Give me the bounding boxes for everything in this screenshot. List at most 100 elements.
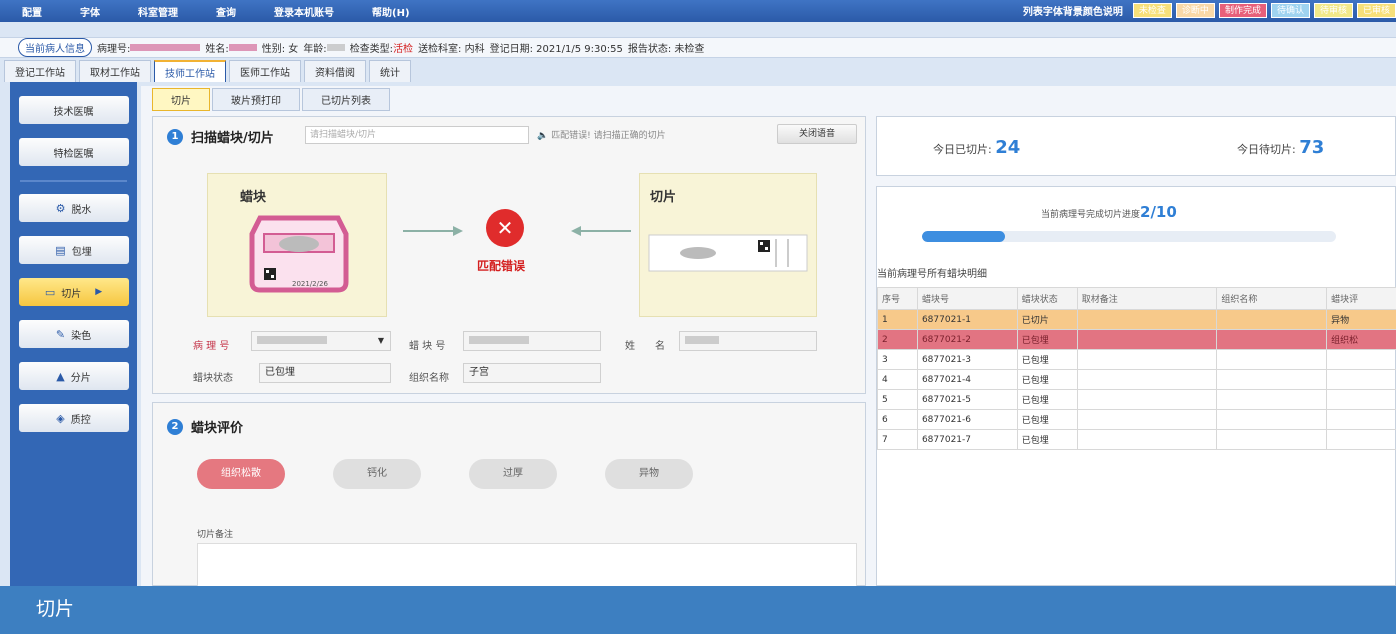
legend-chip: 待审核: [1313, 3, 1353, 18]
evaluation-option-button[interactable]: 过厚: [469, 459, 557, 489]
sidebar-button[interactable]: 技术医嘱: [18, 96, 129, 124]
table-cell: 已切片: [1016, 309, 1078, 330]
sidebar-item-icon: ▲: [56, 369, 65, 383]
table-cell: 异物: [1326, 309, 1396, 330]
redacted-value: [685, 336, 719, 344]
evaluation-option-button[interactable]: 组织松散: [197, 459, 285, 489]
legend-chip: 待确认: [1270, 3, 1310, 18]
workstation-tab[interactable]: 取材工作站: [79, 60, 151, 82]
arrow-left-icon: [571, 226, 631, 236]
table-header: 蜡块评: [1326, 287, 1396, 310]
redacted-age: [326, 44, 345, 51]
table-cell: [1216, 369, 1328, 390]
reg-date: 登记日期: 2021/1/5 9:30:55: [489, 44, 623, 55]
table-cell: 6877021-5: [916, 389, 1018, 410]
table-row[interactable]: 7 6877021-7 已包埋: [877, 429, 1396, 450]
workstation-tab[interactable]: 医师工作站: [229, 60, 301, 82]
workstation-tab[interactable]: 登记工作站: [4, 60, 76, 82]
block-status-field[interactable]: 已包埋: [259, 363, 391, 383]
menu-item[interactable]: 字体: [58, 4, 116, 19]
menu-item[interactable]: 科室管理: [116, 4, 194, 19]
sidebar-item[interactable]: ▤ 包埋: [18, 236, 129, 264]
close-voice-button[interactable]: 关闭语音: [777, 124, 857, 144]
sidebar-item-label: 分片: [70, 372, 91, 384]
legend-chip: 诊断中: [1175, 3, 1215, 18]
pathology-no-select[interactable]: ▼: [251, 331, 391, 351]
table-cell: [1076, 369, 1218, 390]
block-card: 蜡块 2021/2/26: [207, 173, 387, 317]
sub-tab[interactable]: 切片: [152, 88, 210, 111]
dept: 送检科室: 内科: [418, 44, 485, 55]
table-header: 取材备注: [1076, 287, 1218, 310]
table-cell: [1216, 389, 1328, 410]
sidebar-button[interactable]: 特检医嘱: [18, 138, 129, 166]
workstation-tab[interactable]: 资料借阅: [304, 60, 366, 82]
table-cell: 6877021-3: [916, 349, 1018, 370]
block-date: 2021/2/26: [292, 280, 328, 288]
table-cell: 6877021-1: [916, 309, 1018, 330]
table-cell: [1326, 389, 1396, 410]
patient-age-label: 年龄:: [303, 44, 327, 55]
sidebar: 技术医嘱特检医嘱 ⚙ 脱水 ▤ 包埋 ▭ 切片 ▶ ✎ 染色 ▲ 分片 ◈ 质控: [10, 82, 137, 586]
sidebar-item-icon: ✎: [55, 327, 66, 341]
table-cell: 已包埋: [1016, 409, 1078, 430]
sidebar-item[interactable]: ◈ 质控: [18, 404, 129, 432]
table-cell: [1216, 409, 1328, 430]
sidebar-item-icon: ⚙: [55, 201, 66, 215]
table-cell: [1076, 329, 1218, 350]
scan-input[interactable]: 请扫描蜡块/切片: [305, 126, 529, 144]
menu-bar: 配置 字体 科室管理 查询 登录本机账号 帮助(H) 列表字体背景颜色说明 未检查 诊断中制…: [0, 0, 1396, 22]
sidebar-item-label: 包埋: [71, 246, 92, 258]
match-error-text: 匹配错误: [477, 259, 526, 273]
sub-tab[interactable]: 玻片预打印: [212, 88, 300, 111]
status-legend: 列表字体背景颜色说明 未检查 诊断中 制作完成 待确认 待审核 已审核: [1023, 3, 1396, 18]
block-card-title: 蜡块: [240, 190, 267, 205]
evaluation-option-button[interactable]: 异物: [605, 459, 693, 489]
sidebar-item-icon: ▭: [44, 285, 56, 299]
tissue-field[interactable]: 子宫: [463, 363, 601, 383]
table-cell: [1076, 429, 1218, 450]
current-patient-pill[interactable]: 当前病人信息: [18, 38, 92, 57]
table-cell: [1076, 309, 1218, 330]
block-detail-panel: 当前病理号完成切片进度2/10 当前病理号所有蜡块明细 序号 蜡块号 蜡块状态 取材备…: [876, 186, 1396, 586]
table-cell: [1076, 349, 1218, 370]
table-row[interactable]: 4 6877021-4 已包埋: [877, 369, 1396, 390]
table-row[interactable]: 2 6877021-2 已包埋 组织松: [877, 329, 1396, 350]
evaluation-option-button[interactable]: 钙化: [333, 459, 421, 489]
table-cell: 4: [877, 369, 918, 390]
sidebar-item[interactable]: ✎ 染色: [18, 320, 129, 348]
table-cell: [1216, 329, 1328, 350]
workstation-tab[interactable]: 统计: [369, 60, 411, 82]
name-field[interactable]: [679, 331, 817, 351]
table-cell: 1: [877, 309, 918, 330]
table-row[interactable]: 6 6877021-6 已包埋: [877, 409, 1396, 430]
sidebar-item[interactable]: ⚙ 脱水: [18, 194, 129, 222]
menu-item[interactable]: 帮助(H): [350, 4, 426, 19]
slide-card: 切片: [639, 173, 817, 317]
pending-stat: 今日待切片: 73: [1237, 137, 1325, 158]
scan-title: 扫描蜡块/切片: [191, 131, 274, 146]
slide-note-textarea[interactable]: [197, 543, 857, 587]
table-cell: 2: [877, 329, 918, 350]
table-row[interactable]: 5 6877021-5 已包埋: [877, 389, 1396, 410]
table-row[interactable]: 3 6877021-3 已包埋: [877, 349, 1396, 370]
sub-tab[interactable]: 已切片列表: [302, 88, 390, 111]
table-cell: 已包埋: [1016, 349, 1078, 370]
workstation-tab[interactable]: 技师工作站: [154, 60, 226, 82]
chevron-down-icon: ▼: [377, 336, 384, 345]
block-no-field[interactable]: [463, 331, 601, 351]
exam-type-value: 活检: [393, 44, 414, 55]
table-cell: [1326, 409, 1396, 430]
table-cell: [1326, 429, 1396, 450]
patient-info-bar: 当前病人信息 病理号: 姓名: 性别: 女 年龄: 检查类型: 活检 送检科室:…: [0, 37, 1396, 58]
menu-item[interactable]: 查询: [194, 4, 252, 19]
slide-card-title: 切片: [650, 190, 677, 205]
table-row[interactable]: 1 6877021-1 已切片 异物: [877, 309, 1396, 330]
sidebar-item[interactable]: ▭ 切片 ▶: [18, 278, 129, 306]
redacted-pathology-no: [130, 44, 201, 51]
sidebar-item[interactable]: ▲ 分片: [18, 362, 129, 390]
menu-item[interactable]: 配置: [0, 4, 58, 19]
table-cell: 已包埋: [1016, 329, 1078, 350]
evaluation-title: 蜡块评价: [191, 421, 244, 436]
menu-item[interactable]: 登录本机账号: [252, 4, 350, 19]
